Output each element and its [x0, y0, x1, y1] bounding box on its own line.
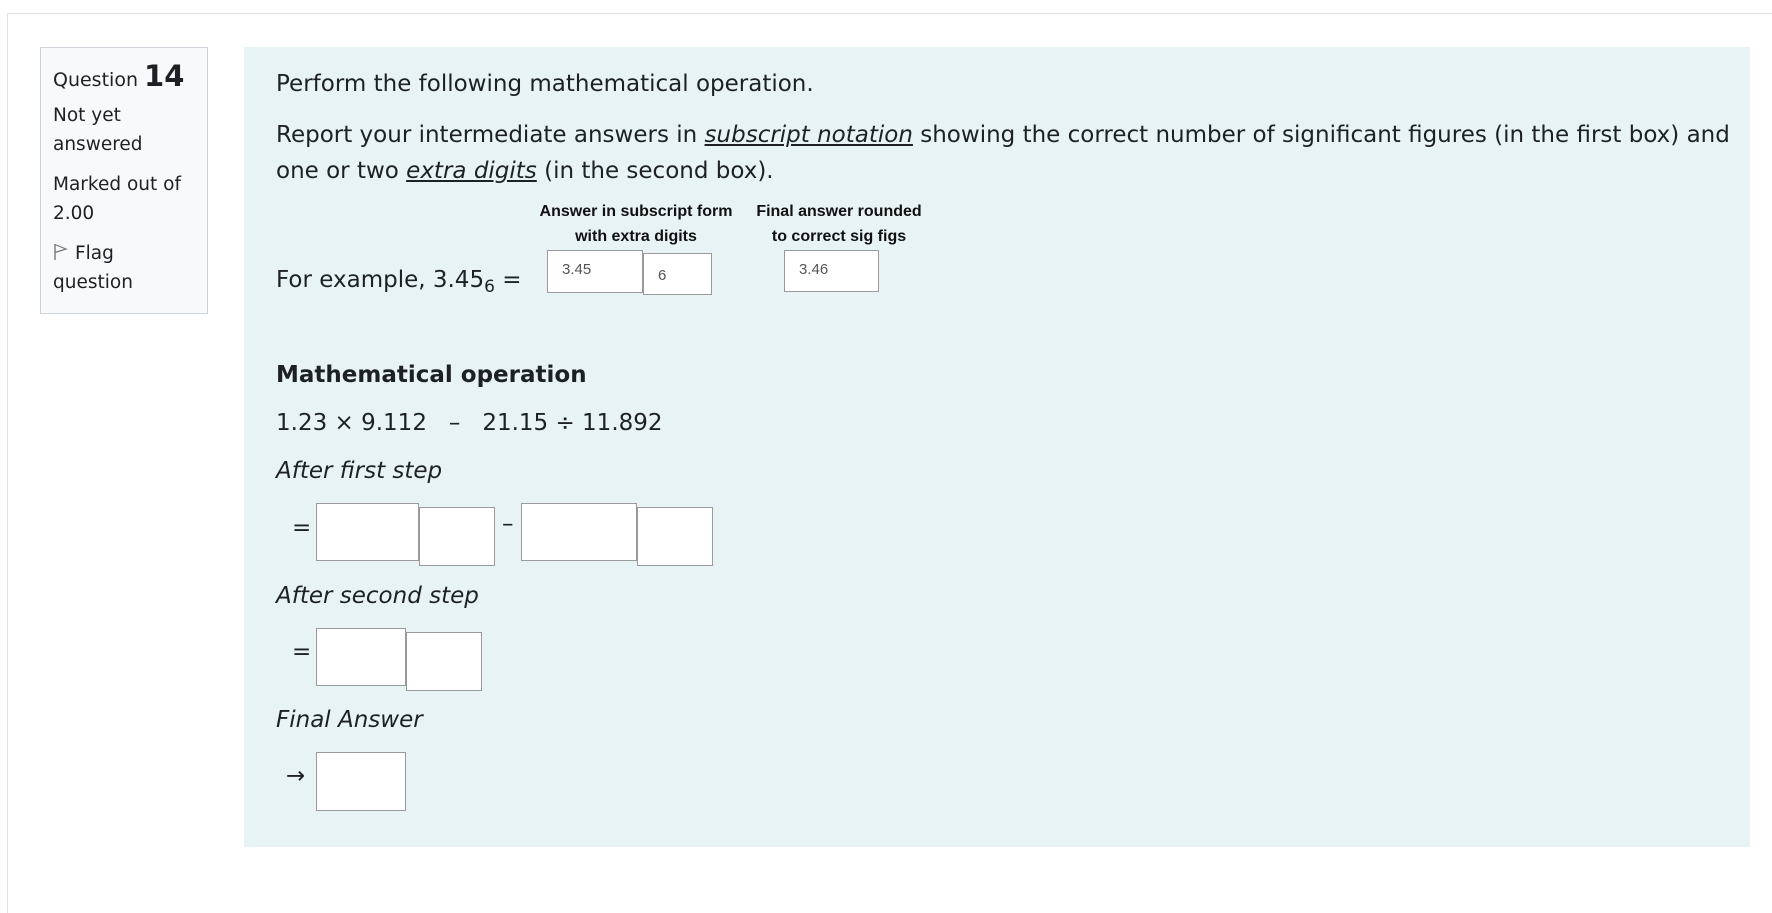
question-number-value: 14 [144, 59, 185, 93]
example-heading-line: with extra digits [575, 228, 697, 245]
instruction-text: Perform the following mathematical opera… [276, 71, 814, 97]
example-heading-line: to correct sig figs [771, 228, 907, 245]
subscript-notation-link[interactable]: subscript notation [705, 122, 913, 148]
example-heading-final: Final answer rounded to correct sig figs [744, 199, 934, 249]
question-number: Question 14 [53, 58, 195, 98]
step1-term1-main-input[interactable] [316, 503, 419, 561]
question-content: Perform the following mathematical opera… [244, 47, 1750, 847]
example-final-box: 3.46 [784, 250, 879, 292]
extra-digits-link[interactable]: extra digits [406, 158, 537, 184]
question-label: Question [53, 69, 138, 91]
operation-heading: Mathematical operation [276, 362, 587, 388]
example-heading-line: Answer in subscript form [539, 203, 733, 220]
equals-symbol: = [292, 639, 312, 665]
question-grade: Marked out of 2.00 [53, 174, 181, 224]
step2-label: After second step [276, 583, 479, 609]
instruction-part: (in the second box). [536, 158, 774, 184]
final-answer-label: Final Answer [276, 707, 423, 733]
example-label: For example, 3.456 = [276, 267, 522, 297]
flag-icon [54, 243, 68, 260]
question-info-box: Question 14 Not yet answered Marked out … [40, 47, 208, 314]
example-label-subscript: 6 [484, 277, 495, 297]
flag-question-link[interactable]: Flag question [53, 239, 195, 297]
example-heading-subscript: Answer in subscript form with extra digi… [522, 199, 750, 249]
example-label-suffix: = [494, 267, 522, 293]
step1-term1-extra-input[interactable] [419, 507, 495, 566]
step2-extra-input[interactable] [406, 632, 482, 691]
question-state: Not yet answered [53, 105, 143, 155]
instruction-details: Report your intermediate answers in subs… [276, 117, 1736, 189]
minus-symbol: – [502, 511, 514, 537]
arrow-symbol: → [286, 763, 306, 789]
operation-expression: 1.23 × 9.112 – 21.15 ÷ 11.892 [276, 410, 663, 436]
step1-term2-extra-input[interactable] [637, 507, 713, 566]
example-label-text: For example, 3.45 [276, 267, 485, 293]
example-heading-line: Final answer rounded [756, 203, 922, 220]
step1-label: After first step [276, 458, 443, 484]
example-main-box: 3.45 [547, 250, 643, 293]
example-extra-box: 6 [643, 253, 712, 295]
equals-symbol: = [292, 515, 312, 541]
step2-main-input[interactable] [316, 628, 406, 686]
final-answer-input[interactable] [316, 752, 406, 811]
step1-term2-main-input[interactable] [521, 503, 637, 561]
instruction-part: Report your intermediate answers in [276, 122, 705, 148]
